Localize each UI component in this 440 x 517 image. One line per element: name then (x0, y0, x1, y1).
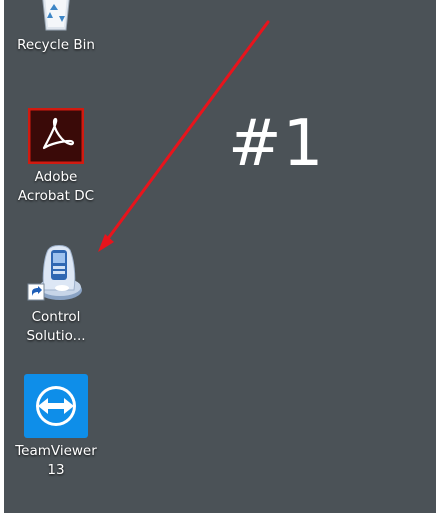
control-solutions-shortcut[interactable]: Control Solutio... (10, 240, 102, 346)
control-solutions-icon (27, 245, 82, 301)
control-solutions-label-line2: Solutio... (26, 328, 86, 344)
control-solutions-label-line1: Control (31, 309, 81, 325)
teamviewer-icon (24, 374, 88, 438)
recycle-bin-icon (42, 0, 70, 31)
adobe-acrobat-label-line1: Adobe (34, 169, 78, 185)
adobe-acrobat-icon (28, 108, 84, 164)
adobe-acrobat-label-line2: Acrobat DC (17, 188, 95, 204)
teamviewer-label-line1: TeamViewer (15, 443, 97, 459)
annotation-label: #1 (228, 107, 325, 181)
teamviewer-shortcut[interactable]: TeamViewer 13 (10, 374, 102, 480)
adobe-acrobat-shortcut[interactable]: Adobe Acrobat DC (10, 108, 102, 206)
teamviewer-label-line2: 13 (47, 462, 65, 478)
desktop: Recycle Bin Adobe Acrobat DC Control Sol… (4, 0, 436, 513)
recycle-bin-label: Recycle Bin (17, 37, 95, 53)
recycle-bin-shortcut[interactable]: Recycle Bin (10, 0, 102, 55)
